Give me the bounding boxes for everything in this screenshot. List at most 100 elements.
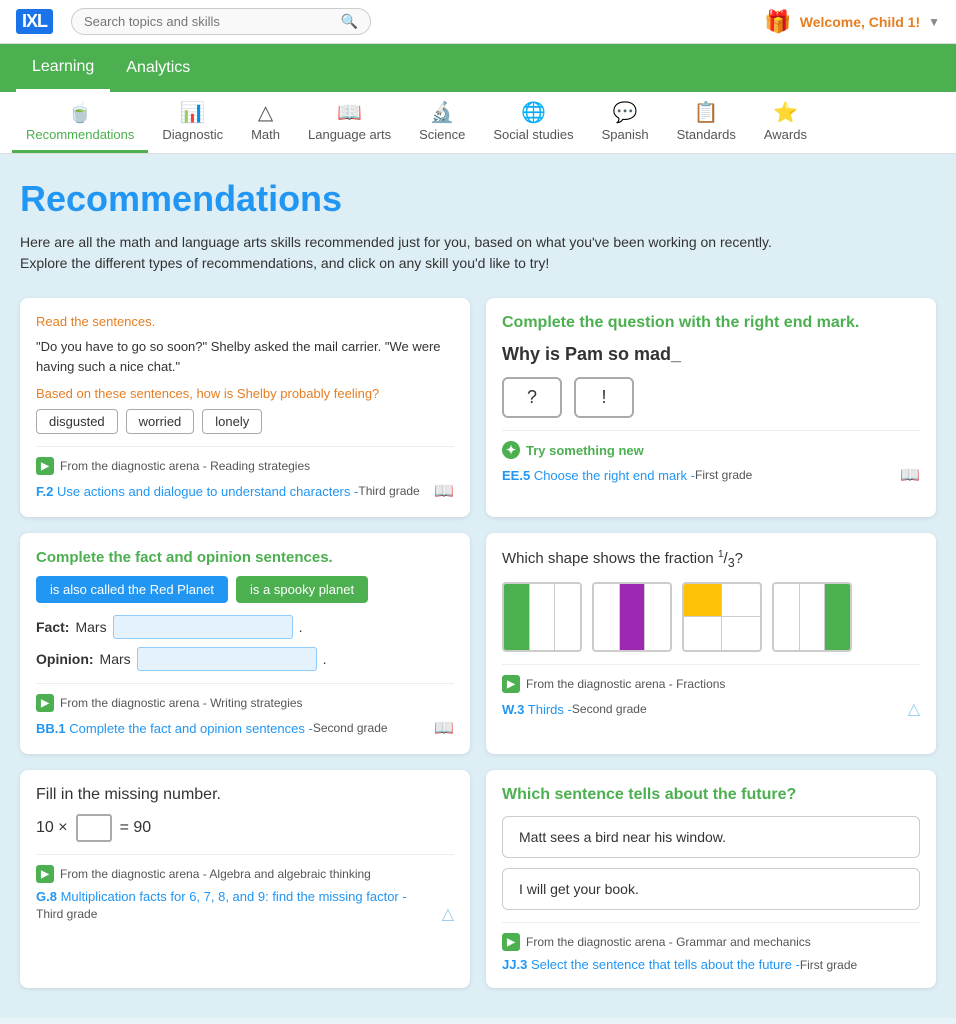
tab-spanish-label: Spanish — [602, 127, 649, 142]
triangle-icon-4: △ — [908, 699, 920, 719]
science-icon: 🔬 — [430, 100, 455, 125]
card4-source-label: From the diagnostic arena - Fractions — [526, 677, 725, 691]
card5-skill-desc: Multiplication facts for 6, 7, 8, and 9:… — [61, 889, 399, 904]
user-area: 🎁 Welcome, Child 1! ▼ — [764, 9, 940, 35]
top-bar: IXL 🔍 🎁 Welcome, Child 1! ▼ — [0, 0, 956, 44]
card2-title-post: with the right end mark. — [674, 314, 859, 331]
main-content: Recommendations Here are all the math an… — [0, 154, 956, 1018]
welcome-text: Welcome, Child 1! — [800, 14, 920, 30]
card1-skill-link[interactable]: F.2 Use actions and dialogue to understa… — [36, 484, 358, 499]
card3-source: ▶ From the diagnostic arena - Writing st… — [36, 694, 454, 712]
card3-skill-code: BB.1 — [36, 721, 66, 736]
card6-option-1[interactable]: Matt sees a bird near his window. — [502, 816, 920, 858]
card4-skill-link[interactable]: W.3 Thirds - — [502, 702, 572, 717]
tab-social-studies-label: Social studies — [493, 127, 573, 142]
fraction-option-3[interactable] — [682, 582, 762, 652]
user-dropdown-arrow[interactable]: ▼ — [928, 15, 940, 29]
choice-worried[interactable]: worried — [126, 409, 195, 434]
standards-icon: 📋 — [694, 100, 719, 125]
tab-spanish[interactable]: 💬 Spanish — [588, 92, 663, 153]
card2-choices: ? ! — [502, 377, 920, 418]
card2-title: Complete the question with the right end… — [502, 314, 920, 332]
card1-footer: ▶ From the diagnostic arena - Reading st… — [36, 446, 454, 501]
chip-spooky-planet[interactable]: is a spooky planet — [236, 576, 368, 603]
card3-fact-subject: Mars — [75, 619, 106, 635]
card6-footer: ▶ From the diagnostic arena - Grammar an… — [502, 922, 920, 972]
choice-question-mark[interactable]: ? — [502, 377, 562, 418]
card3-skill-link[interactable]: BB.1 Complete the fact and opinion sente… — [36, 721, 313, 736]
card1-skill-grade: Third grade — [358, 484, 419, 498]
card5-prompt: Fill in the missing number. — [36, 786, 454, 804]
fraction-option-4[interactable] — [772, 582, 852, 652]
nav-learning[interactable]: Learning — [16, 44, 110, 92]
language-arts-icon: 📖 — [337, 100, 362, 125]
card4-footer: ▶ From the diagnostic arena - Fractions … — [502, 664, 920, 719]
tab-standards-label: Standards — [677, 127, 736, 142]
card2-skill-code: EE.5 — [502, 468, 530, 483]
search-bar[interactable]: 🔍 — [71, 8, 371, 35]
card2-skill-link[interactable]: EE.5 Choose the right end mark - — [502, 468, 695, 483]
tab-language-arts[interactable]: 📖 Language arts — [294, 92, 405, 153]
card2-title-bold: question — [608, 314, 675, 331]
card4-skill-grade: Second grade — [572, 702, 647, 716]
card2-skill-desc: Choose the right end mark — [534, 468, 687, 483]
tab-standards[interactable]: 📋 Standards — [663, 92, 750, 153]
card3-fact-sentence: Fact: Mars . — [36, 615, 454, 639]
fraction-option-1[interactable] — [502, 582, 582, 652]
book-icon-3: 📖 — [434, 718, 454, 738]
tab-diagnostic-label: Diagnostic — [162, 127, 223, 142]
fraction-option-2[interactable] — [592, 582, 672, 652]
tab-social-studies[interactable]: 🌐 Social studies — [479, 92, 587, 153]
choice-lonely[interactable]: lonely — [202, 409, 262, 434]
card5-skill-link[interactable]: G.8 Multiplication facts for 6, 7, 8, an… — [36, 889, 407, 904]
card6-title: Which sentence tells about the future? — [502, 786, 920, 804]
tab-recommendations[interactable]: 🍵 Recommendations — [12, 92, 148, 153]
choice-exclamation[interactable]: ! — [574, 377, 634, 418]
card1-question-text: Read the sentences. — [36, 314, 454, 329]
tab-awards[interactable]: ⭐ Awards — [750, 92, 821, 153]
tab-diagnostic[interactable]: 📊 Diagnostic — [148, 92, 237, 153]
card3-prompt: Complete the fact and opinion sentences. — [36, 549, 454, 566]
cards-grid: Read the sentences. "Do you have to go s… — [20, 298, 936, 988]
card3-opinion-label: Opinion: — [36, 651, 94, 667]
chip-red-planet[interactable]: is also called the Red Planet — [36, 576, 228, 603]
tab-science-label: Science — [419, 127, 465, 142]
try-new-label: Try something new — [526, 443, 644, 458]
search-input[interactable] — [84, 14, 337, 29]
card6-source-label: From the diagnostic arena - Grammar and … — [526, 935, 811, 949]
card2-title-pre: Complete the — [502, 314, 608, 331]
tab-nav: 🍵 Recommendations 📊 Diagnostic △ Math 📖 … — [0, 92, 956, 154]
tab-science[interactable]: 🔬 Science — [405, 92, 479, 153]
math-icon: △ — [258, 100, 273, 125]
card3-fact-label: Fact: — [36, 619, 69, 635]
book-icon-2: 📖 — [900, 465, 920, 485]
choice-disgusted[interactable]: disgusted — [36, 409, 118, 434]
tab-math[interactable]: △ Math — [237, 92, 294, 153]
card6-skill-grade: First grade — [800, 958, 857, 972]
card6-skill-link[interactable]: JJ.3 Select the sentence that tells abou… — [502, 957, 800, 972]
try-new-icon: ✦ — [502, 441, 520, 459]
card5-footer: ▶ From the diagnostic arena - Algebra an… — [36, 854, 454, 924]
recommendations-icon: 🍵 — [68, 100, 93, 125]
gift-icon: 🎁 — [764, 9, 791, 35]
awards-icon: ⭐ — [773, 100, 798, 125]
card4-skill-code: W.3 — [502, 702, 524, 717]
card-fact-opinion: Complete the fact and opinion sentences.… — [20, 533, 470, 754]
card3-opinion-blank[interactable] — [137, 647, 317, 671]
card2-footer: ✦ Try something new EE.5 Choose the righ… — [502, 430, 920, 485]
card1-prompt: Based on these sentences, how is Shelby … — [36, 386, 454, 401]
card5-blank[interactable] — [76, 814, 112, 842]
card-end-mark: Complete the question with the right end… — [486, 298, 936, 517]
card4-skill-desc: Thirds — [528, 702, 564, 717]
card3-fact-blank[interactable] — [113, 615, 293, 639]
nav-analytics[interactable]: Analytics — [110, 44, 206, 92]
card6-option-2[interactable]: I will get your book. — [502, 868, 920, 910]
card3-chips: is also called the Red Planet is a spook… — [36, 576, 454, 603]
diagnostic-icon: 📊 — [180, 100, 205, 125]
card-reading: Read the sentences. "Do you have to go s… — [20, 298, 470, 517]
source-icon-4: ▶ — [502, 675, 520, 693]
logo: IXL — [16, 9, 55, 34]
card-fractions: Which shape shows the fraction 1/3? — [486, 533, 936, 754]
card2-skill-grade: First grade — [695, 468, 752, 482]
card3-opinion-subject: Mars — [100, 651, 131, 667]
